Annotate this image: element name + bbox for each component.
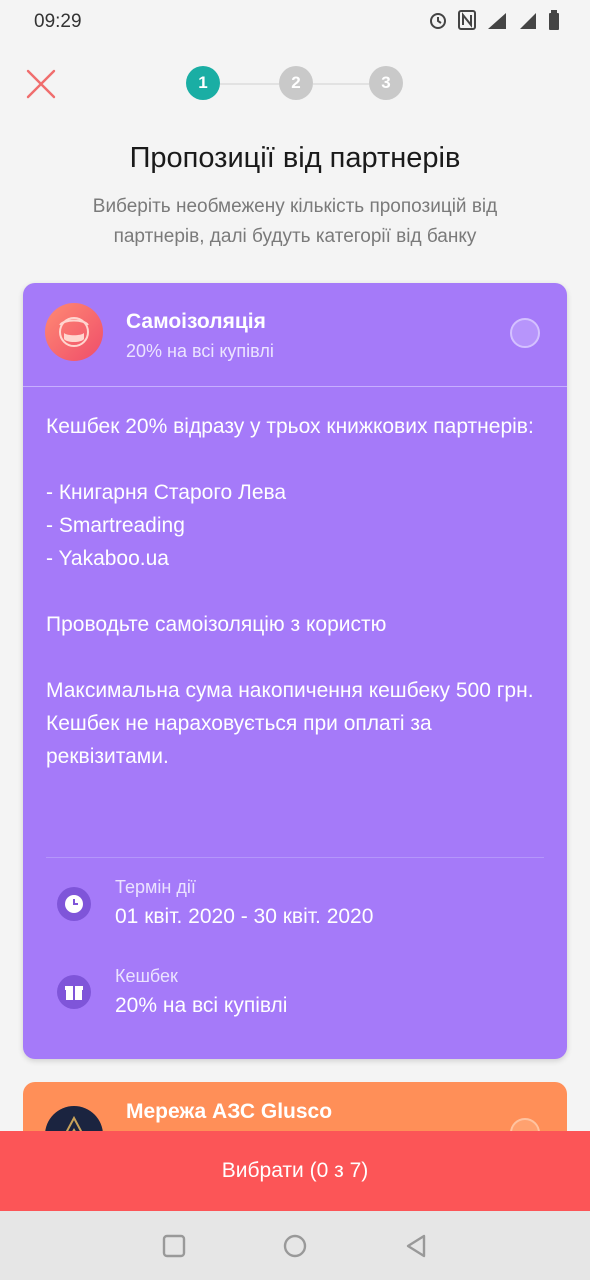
cashback-label: Кешбек [115,966,178,986]
offer-name: Самоізоляція [126,310,266,333]
description-text: Кешбек 20% відразу у трьох книжкових пар… [46,415,534,438]
circle-icon [283,1234,307,1258]
data-signal-icon [486,10,508,35]
select-button[interactable]: Вибрати (0 з 7) [0,1131,590,1211]
recents-button[interactable] [161,1233,187,1259]
alarm-icon [428,10,448,35]
cashback-value: 20% на всі купівлі [115,994,288,1017]
offer-subtitle: 20% на всі купівлі [126,341,274,361]
battery-icon [548,10,560,35]
status-time: 09:29 [34,11,82,32]
description-text: Максимальна сума накопичення кешбеку 500… [46,679,534,702]
status-bar: 09:29 [0,0,590,44]
step-indicator: 1 2 3 [186,66,406,102]
offer-description: Кешбек 20% відразу у трьох книжкових пар… [46,410,556,773]
navigation-bar [0,1211,590,1280]
clock-icon [57,887,91,921]
close-button[interactable] [24,67,58,101]
description-text: Проводьте самоізоляцію з користю [46,613,387,636]
partner-item: - Yakaboo.ua [46,547,169,570]
signal-icon [518,10,538,35]
offer-name: Мережа АЗС Glusco [126,1100,333,1123]
gift-icon [57,975,91,1009]
back-triangle-icon [406,1234,426,1258]
nfc-icon [458,10,476,35]
offer-select-radio[interactable] [510,318,540,348]
step-1: 1 [186,66,220,100]
description-text: Кешбек не нараховується при оплаті за ре… [46,712,432,768]
close-icon [26,69,56,99]
partner-item: - Книгарня Старого Лева [46,481,287,504]
back-button[interactable] [403,1233,429,1259]
square-icon [162,1234,186,1258]
partner-item: - Smartreading [46,514,185,537]
term-label: Термін дії [115,877,196,897]
divider [46,857,544,858]
page-subtitle: Виберіть необмежену кількість пропозицій… [92,196,498,247]
page-title: Пропозиції від партнерів [129,142,461,174]
offer-logo [45,303,103,361]
step-3: 3 [369,66,403,100]
home-button[interactable] [282,1233,308,1259]
divider [23,386,567,387]
term-value: 01 квіт. 2020 - 30 квіт. 2020 [115,905,374,928]
face-mask-icon [59,317,89,347]
offer-card[interactable]: Самоізоляція 20% на всі купівлі Кешбек 2… [23,283,567,1059]
step-2: 2 [279,66,313,100]
